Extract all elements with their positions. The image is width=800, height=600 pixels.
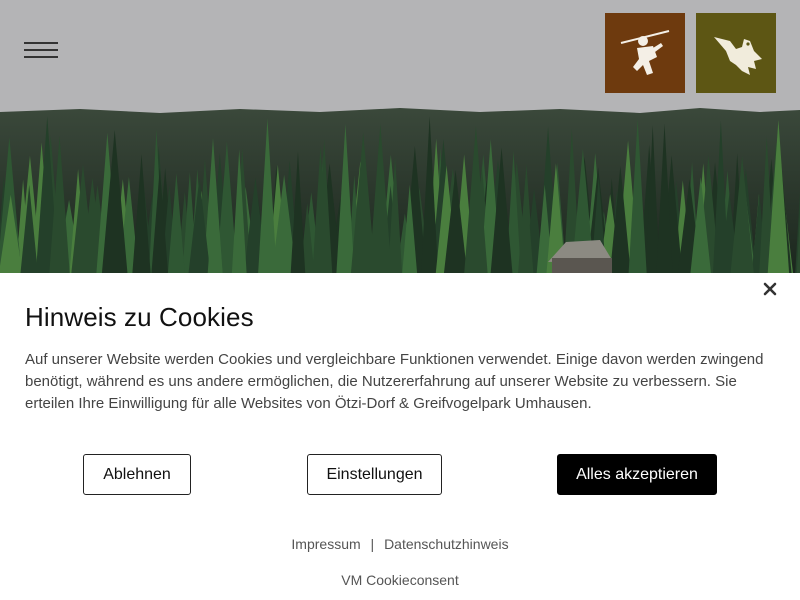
greifvogelpark-logo[interactable] xyxy=(696,13,776,93)
cookie-footer-links: Impressum | Datenschutzhinweis xyxy=(0,536,800,552)
hero-forest-image xyxy=(0,100,800,275)
decline-button[interactable]: Ablehnen xyxy=(83,454,191,495)
link-separator: | xyxy=(370,536,375,552)
menu-bar xyxy=(24,56,58,58)
menu-bar xyxy=(24,42,58,44)
cookie-credit: VM Cookieconsent xyxy=(341,572,459,588)
eagle-icon xyxy=(714,37,762,75)
menu-icon[interactable] xyxy=(24,42,58,60)
cookie-description: Auf unserer Website werden Cookies und v… xyxy=(25,351,764,412)
accept-all-button[interactable]: Alles akzeptieren xyxy=(557,454,717,495)
oetzi-dorf-logo[interactable] xyxy=(605,13,685,93)
close-icon[interactable] xyxy=(762,281,778,297)
hunter-figure-icon xyxy=(620,30,670,75)
forest-illustration xyxy=(0,100,800,275)
menu-bar xyxy=(24,49,58,51)
cookie-banner: Hinweis zu Cookies Auf unserer Website w… xyxy=(0,273,800,600)
imprint-link[interactable]: Impressum xyxy=(291,536,360,552)
cookie-title: Hinweis zu Cookies xyxy=(25,302,254,332)
settings-button[interactable]: Einstellungen xyxy=(307,454,442,495)
privacy-link[interactable]: Datenschutzhinweis xyxy=(384,536,509,552)
